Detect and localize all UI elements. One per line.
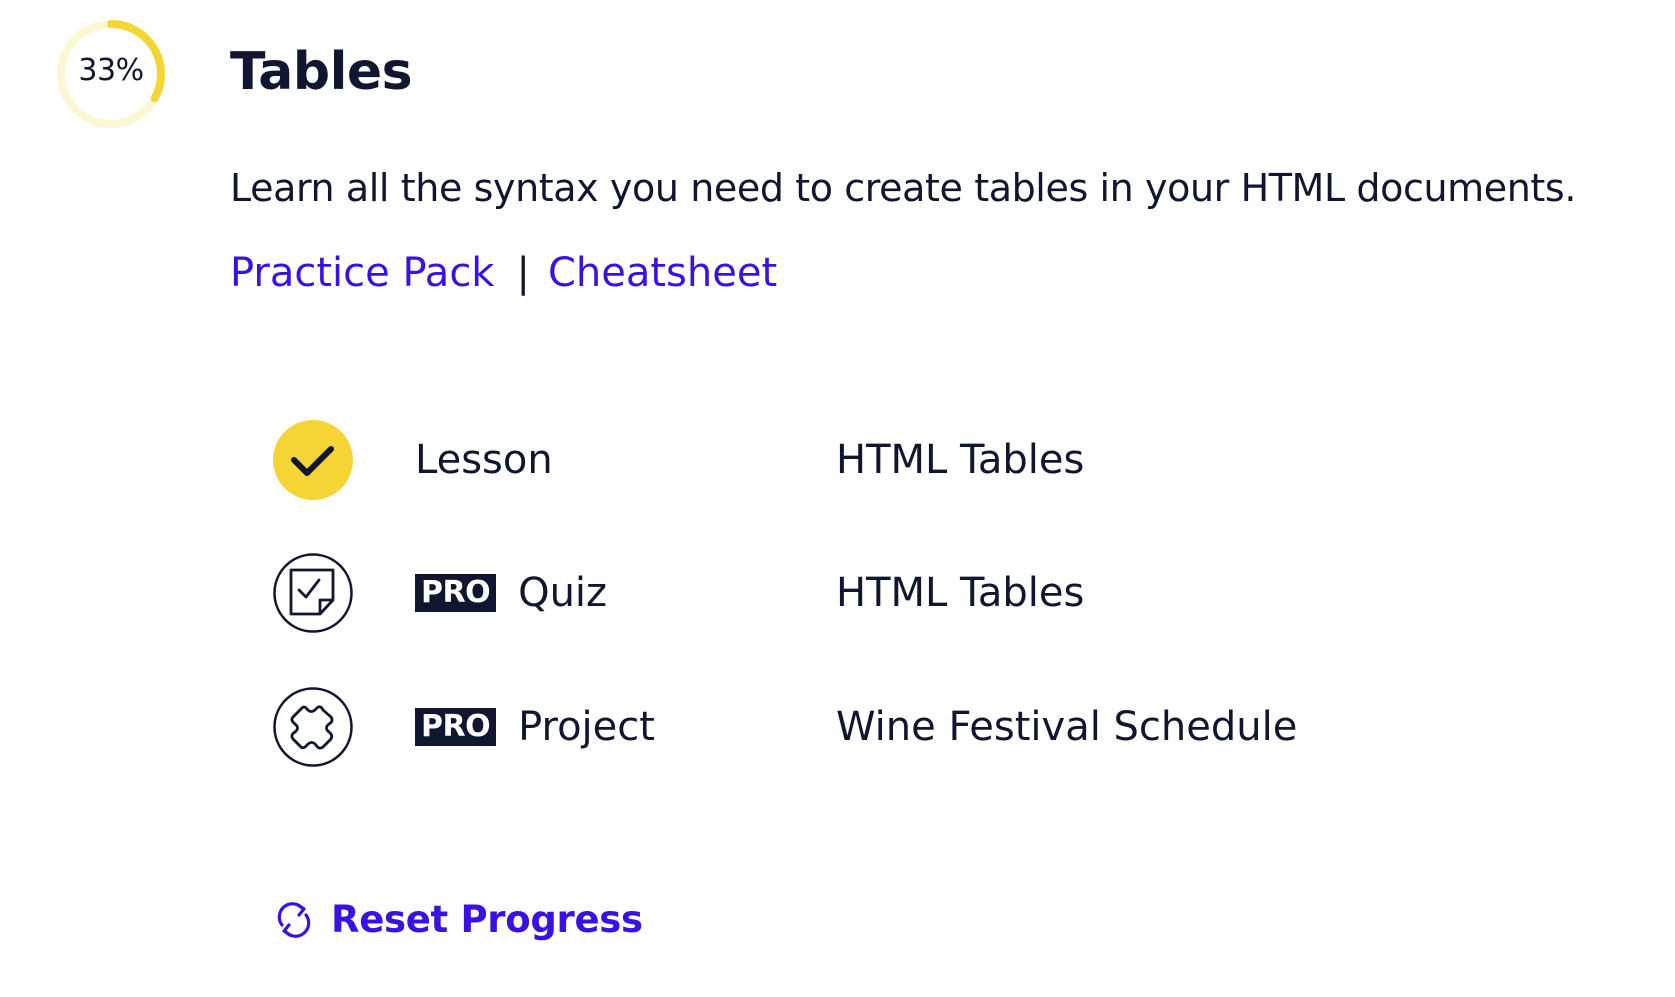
practice-pack-link[interactable]: Practice Pack — [230, 250, 494, 296]
module-title: Tables — [230, 42, 413, 102]
item-name[interactable]: HTML Tables — [836, 553, 1084, 633]
progress-percent: 33% — [78, 52, 144, 88]
cheatsheet-link[interactable]: Cheatsheet — [548, 250, 777, 296]
module-item-project[interactable]: PRO Project Wine Festival Schedule — [273, 687, 1573, 767]
item-type-label: Project — [518, 704, 655, 750]
puzzle-icon — [273, 687, 353, 767]
reset-progress-button[interactable]: Reset Progress — [273, 898, 643, 941]
resource-links: Practice Pack | Cheatsheet — [230, 250, 777, 296]
item-type: PRO Project — [415, 687, 655, 767]
item-name[interactable]: Wine Festival Schedule — [836, 687, 1297, 767]
item-type-label: Quiz — [518, 570, 608, 616]
module-item-quiz[interactable]: PRO Quiz HTML Tables — [273, 553, 1573, 633]
module-description: Learn all the syntax you need to create … — [230, 166, 1576, 210]
module-item-lesson[interactable]: Lesson HTML Tables — [273, 420, 1573, 500]
item-name[interactable]: HTML Tables — [836, 420, 1084, 500]
reset-progress-label: Reset Progress — [331, 898, 643, 941]
progress-ring: 33% — [56, 19, 166, 129]
link-separator: | — [516, 250, 530, 296]
pro-badge: PRO — [415, 708, 497, 746]
refresh-icon — [277, 901, 311, 938]
item-type: Lesson — [415, 420, 553, 500]
pro-badge: PRO — [415, 574, 497, 612]
item-type-label: Lesson — [415, 437, 553, 483]
item-type: PRO Quiz — [415, 553, 607, 633]
quiz-icon — [273, 553, 353, 633]
check-icon — [273, 420, 353, 500]
